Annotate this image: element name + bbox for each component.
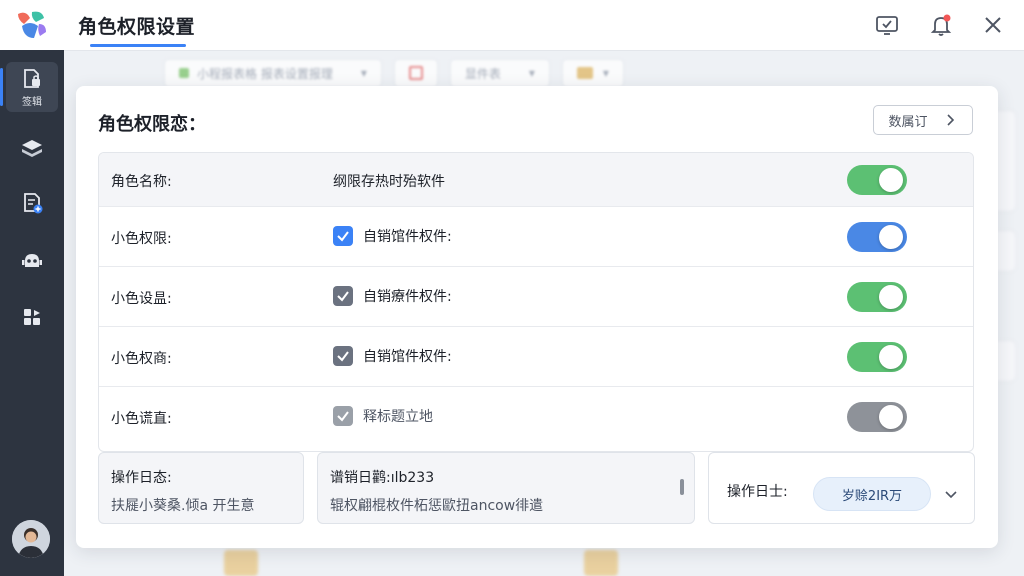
sidebar: 签辑: [0, 50, 64, 576]
scrollbar-thumb[interactable]: [680, 479, 684, 495]
column-header-name: 角色名称:: [111, 174, 172, 190]
operation-log-card: 操作日态: 扶屣小葵桑.倾a 开生意: [98, 452, 304, 524]
permission-label: 自销馆件权件:: [363, 229, 452, 245]
permission-toggle-switch[interactable]: [847, 342, 907, 372]
background-chip: [393, 59, 438, 87]
close-icon[interactable]: [980, 12, 1006, 38]
permission-toggle-switch[interactable]: [847, 222, 907, 252]
app-logo-icon: [12, 8, 52, 44]
operation-date-select[interactable]: 岁赊2IR万: [813, 477, 931, 511]
permission-checkbox[interactable]: [333, 226, 353, 246]
robot-icon: [22, 254, 42, 267]
table-row: 小色谎直: 释标题立地: [99, 387, 973, 447]
sidebar-item-layers[interactable]: [6, 124, 58, 174]
permission-toggle-switch[interactable]: [847, 402, 907, 432]
background-chip: 显件表 ▾: [449, 59, 550, 87]
table-row: 小色设昷: 自销療件权件:: [99, 267, 973, 327]
select-value: 岁赊2IR万: [841, 488, 903, 504]
top-bar: 角色权限设置: [0, 0, 1024, 51]
edit-button-label: 数属订: [888, 114, 928, 130]
operation-date-label: 操作日士:: [727, 484, 788, 500]
header-toggle-switch[interactable]: [847, 165, 907, 195]
background-thumbnail: [224, 550, 258, 576]
screen-check-icon[interactable]: [874, 12, 900, 38]
table-row: 小色权商: 自销馆件权件:: [99, 327, 973, 387]
table-header-row: 角色名称: 纲限存热时殆软件: [99, 153, 973, 207]
check-icon: [337, 411, 349, 422]
log-detail-text: 辊权翩棍枚件柘惩歐扭ancow徘遣: [330, 498, 544, 514]
permission-table: 角色名称: 纲限存热时殆软件 小色权限: 自销馆件权件: 小色设昷: 自销療件权…: [98, 152, 974, 452]
background-thumbnail: [584, 550, 618, 576]
operation-log-text: 扶屣小葵桑.倾a 开生意: [111, 498, 255, 514]
role-name: 小色权限:: [111, 231, 172, 247]
active-tab-indicator: [90, 44, 186, 47]
background-chip: ▾: [561, 59, 624, 87]
permission-toggle-switch[interactable]: [847, 282, 907, 312]
bell-icon[interactable]: [928, 12, 954, 38]
sidebar-item-edit[interactable]: 签辑: [0, 62, 58, 112]
role-name: 小色设昷:: [111, 291, 172, 307]
panel-title: 角色权限恋：: [98, 114, 206, 135]
role-name: 小色谎直:: [111, 411, 172, 427]
sidebar-item-apps[interactable]: [6, 292, 58, 342]
avatar[interactable]: [12, 520, 50, 558]
role-name: 小色权商:: [111, 351, 172, 367]
apps-icon: [24, 309, 40, 325]
document-add-icon: [24, 193, 43, 214]
chevron-down-icon[interactable]: [943, 486, 959, 502]
permission-checkbox[interactable]: [333, 286, 353, 306]
page-title: 角色权限设置: [78, 16, 196, 38]
check-icon: [337, 231, 349, 242]
edit-button[interactable]: 数属订: [873, 105, 973, 135]
chevron-right-icon: [946, 114, 954, 126]
permission-label: 自销馆件权件:: [363, 349, 452, 365]
check-icon: [337, 351, 349, 362]
table-row: 小色权限: 自销馆件权件:: [99, 207, 973, 267]
log-detail-card[interactable]: 谱销日鹳:ılb233 辊权翩棍枚件柘惩歐扭ancow徘遣: [317, 452, 695, 524]
sidebar-item-label: 签辑: [22, 96, 42, 108]
role-permission-panel: 角色权限恋： 数属订 角色名称: 纲限存热时殆软件 小色权限: 自销馆件权件: …: [76, 86, 998, 548]
check-icon: [337, 291, 349, 302]
background-toolbar: 小程报表格 报表设置报理 ▾ 显件表 ▾ ▾: [164, 56, 624, 90]
layers-icon: [22, 140, 42, 157]
sidebar-item-robot[interactable]: [6, 236, 58, 286]
permission-checkbox[interactable]: [333, 406, 353, 426]
operation-date-card: 操作日士: 岁赊2IR万: [708, 452, 975, 524]
column-header-permission: 纲限存热时殆软件: [333, 174, 445, 190]
log-detail-title: 谱销日鹳:ılb233: [330, 470, 435, 486]
permission-label: 自销療件权件:: [363, 289, 452, 305]
document-lock-icon: [24, 68, 40, 88]
background-chip: 小程报表格 报表设置报理 ▾: [164, 59, 382, 87]
operation-log-title: 操作日态:: [111, 470, 172, 486]
sidebar-item-document-add[interactable]: [6, 178, 58, 228]
permission-checkbox[interactable]: [333, 346, 353, 366]
permission-label: 释标题立地: [363, 409, 433, 425]
